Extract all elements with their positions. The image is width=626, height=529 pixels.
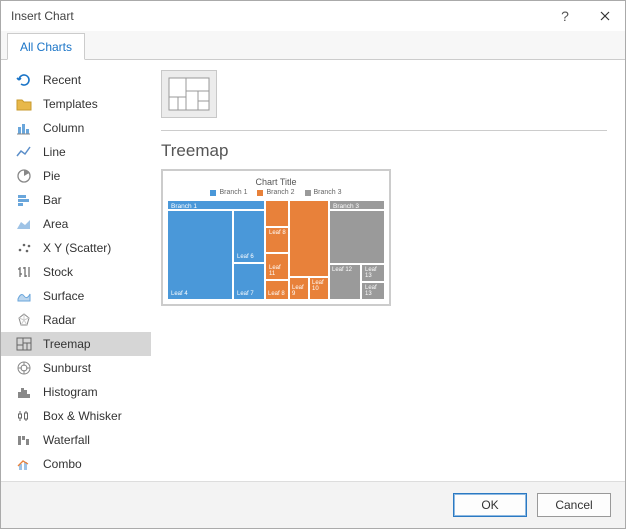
sidebar-item-radar[interactable]: Radar bbox=[1, 308, 151, 332]
sidebar-item-label: Bar bbox=[43, 193, 62, 207]
pie-icon bbox=[15, 167, 33, 185]
sidebar-item-stock[interactable]: Stock bbox=[1, 260, 151, 284]
sidebar-item-line[interactable]: Line bbox=[1, 140, 151, 164]
main-panel: Treemap Chart Title Branch 1 Branch 2 Br… bbox=[151, 60, 625, 481]
box-whisker-icon bbox=[15, 407, 33, 425]
close-icon bbox=[600, 11, 610, 21]
cell-leaf9: Leaf 11 bbox=[265, 253, 289, 280]
cell-leaf9b: Leaf 9 bbox=[289, 277, 309, 301]
histogram-icon bbox=[15, 383, 33, 401]
treemap-thumb-icon bbox=[168, 77, 210, 111]
sidebar-item-templates[interactable]: Templates bbox=[1, 92, 151, 116]
sidebar-item-label: Pie bbox=[43, 169, 60, 183]
cell-leaf10: Leaf 10 bbox=[309, 277, 329, 301]
sidebar-item-sunburst[interactable]: Sunburst bbox=[1, 356, 151, 380]
tab-all-charts[interactable]: All Charts bbox=[7, 33, 85, 60]
cell-branch1-header: Branch 1 bbox=[167, 200, 265, 210]
sidebar-item-label: Histogram bbox=[43, 385, 98, 399]
tabstrip: All Charts bbox=[1, 31, 625, 60]
sidebar-item-label: Sunburst bbox=[43, 361, 91, 375]
dialog-body: Recent Templates Column Line Pie Bar bbox=[1, 60, 625, 481]
legend-swatch-2 bbox=[257, 190, 263, 196]
bar-icon bbox=[15, 191, 33, 209]
area-icon bbox=[15, 215, 33, 233]
sidebar-item-area[interactable]: Area bbox=[1, 212, 151, 236]
cell-leaf8b: Leaf 8 bbox=[265, 280, 289, 301]
subtype-treemap-thumb[interactable] bbox=[161, 70, 217, 118]
chart-legend: Branch 1 Branch 2 Branch 3 bbox=[167, 189, 385, 196]
chart-preview[interactable]: Chart Title Branch 1 Branch 2 Branch 3 B… bbox=[161, 169, 391, 306]
combo-icon bbox=[15, 455, 33, 473]
sidebar-item-label: Column bbox=[43, 121, 84, 135]
dialog-footer: OK Cancel bbox=[1, 481, 625, 528]
sidebar-item-label: Box & Whisker bbox=[43, 409, 122, 423]
cell-leaf13: Leaf 13 bbox=[361, 264, 385, 282]
sidebar-item-column[interactable]: Column bbox=[1, 116, 151, 140]
sidebar-item-label: X Y (Scatter) bbox=[43, 241, 111, 255]
scatter-icon bbox=[15, 239, 33, 257]
waterfall-icon bbox=[15, 431, 33, 449]
sidebar-item-label: Line bbox=[43, 145, 66, 159]
sidebar-item-surface[interactable]: Surface bbox=[1, 284, 151, 308]
sidebar-item-bar[interactable]: Bar bbox=[1, 188, 151, 212]
titlebar: Insert Chart ? bbox=[1, 1, 625, 31]
ok-button[interactable]: OK bbox=[453, 493, 527, 517]
legend-label-2: Branch 2 bbox=[266, 189, 294, 196]
templates-icon bbox=[15, 95, 33, 113]
subtype-thumbnails bbox=[161, 70, 607, 131]
stock-icon bbox=[15, 263, 33, 281]
treemap-body: Branch 1 Leaf 4 Leaf 6 Leaf 7 bbox=[167, 200, 385, 300]
sidebar-item-pie[interactable]: Pie bbox=[1, 164, 151, 188]
cell-leaf12: Leaf 12 bbox=[329, 264, 361, 300]
sidebar-item-box-whisker[interactable]: Box & Whisker bbox=[1, 404, 151, 428]
cell-branch2-top bbox=[265, 200, 289, 227]
cell-branch2-big bbox=[289, 200, 329, 277]
cell-branch3-big bbox=[329, 210, 385, 264]
surface-icon bbox=[15, 287, 33, 305]
chart-type-sidebar: Recent Templates Column Line Pie Bar bbox=[1, 60, 151, 481]
cell-leaf8: Leaf 8 bbox=[265, 227, 289, 254]
sidebar-item-treemap[interactable]: Treemap bbox=[1, 332, 151, 356]
help-button[interactable]: ? bbox=[545, 1, 585, 31]
sidebar-item-label: Waterfall bbox=[43, 433, 90, 447]
cell-leaf6: Leaf 6 bbox=[233, 210, 265, 263]
treemap-icon bbox=[15, 335, 33, 353]
legend-swatch-3 bbox=[305, 190, 311, 196]
sidebar-item-histogram[interactable]: Histogram bbox=[1, 380, 151, 404]
sidebar-item-label: Treemap bbox=[43, 337, 91, 351]
legend-label-3: Branch 3 bbox=[314, 189, 342, 196]
cell-leaf4: Leaf 4 bbox=[167, 210, 233, 300]
sidebar-item-recent[interactable]: Recent bbox=[1, 68, 151, 92]
sidebar-item-label: Stock bbox=[43, 265, 73, 279]
radar-icon bbox=[15, 311, 33, 329]
subtype-title: Treemap bbox=[161, 141, 607, 161]
sidebar-item-scatter[interactable]: X Y (Scatter) bbox=[1, 236, 151, 260]
sidebar-item-label: Area bbox=[43, 217, 68, 231]
close-button[interactable] bbox=[585, 1, 625, 31]
sidebar-item-label: Radar bbox=[43, 313, 76, 327]
cell-leaf7: Leaf 7 bbox=[233, 263, 265, 300]
recent-icon bbox=[15, 71, 33, 89]
line-icon bbox=[15, 143, 33, 161]
sidebar-item-label: Recent bbox=[43, 73, 81, 87]
sidebar-item-label: Surface bbox=[43, 289, 84, 303]
cell-leaf13b: Leaf 13 bbox=[361, 282, 385, 300]
dialog-title: Insert Chart bbox=[11, 9, 545, 23]
legend-label-1: Branch 1 bbox=[219, 189, 247, 196]
sidebar-item-combo[interactable]: Combo bbox=[1, 452, 151, 476]
chart-title: Chart Title bbox=[167, 177, 385, 187]
column-icon bbox=[15, 119, 33, 137]
insert-chart-dialog: Insert Chart ? All Charts Recent Templat… bbox=[0, 0, 626, 529]
sunburst-icon bbox=[15, 359, 33, 377]
legend-swatch-1 bbox=[210, 190, 216, 196]
cancel-button[interactable]: Cancel bbox=[537, 493, 611, 517]
sidebar-item-label: Templates bbox=[43, 97, 98, 111]
cell-branch3-header: Branch 3 bbox=[329, 200, 385, 210]
sidebar-item-waterfall[interactable]: Waterfall bbox=[1, 428, 151, 452]
sidebar-item-label: Combo bbox=[43, 457, 82, 471]
